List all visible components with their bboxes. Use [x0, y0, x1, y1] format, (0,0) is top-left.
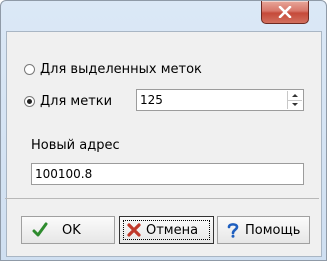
- close-button[interactable]: [261, 1, 309, 24]
- radio-selected-marks-label: Для выделенных меток: [40, 62, 202, 77]
- checkmark-icon: [32, 222, 48, 238]
- help-button[interactable]: Помощь: [217, 216, 310, 244]
- arrow-up-icon: [292, 94, 298, 97]
- close-icon: [278, 6, 292, 18]
- radio-checked-icon: [24, 96, 35, 107]
- help-label: Помощь: [245, 222, 301, 238]
- arrow-down-icon: [292, 103, 298, 106]
- new-address-label: Новый адрес: [31, 138, 120, 153]
- separator: [5, 198, 319, 199]
- ok-label: OK: [62, 222, 81, 238]
- radio-icon: [24, 64, 35, 75]
- spin-buttons: [287, 91, 302, 109]
- radio-selected-marks[interactable]: Для выделенных меток: [24, 62, 202, 77]
- spin-down-button[interactable]: [288, 100, 302, 109]
- mark-number-spinbox[interactable]: [136, 89, 304, 111]
- cancel-button[interactable]: Отмена: [119, 216, 214, 244]
- radio-single-mark-label: Для метки: [40, 94, 113, 109]
- question-icon: [225, 222, 241, 238]
- radio-single-mark[interactable]: Для метки: [24, 94, 112, 109]
- ok-button[interactable]: OK: [21, 216, 115, 244]
- mark-number-input[interactable]: [140, 91, 270, 109]
- new-address-input[interactable]: [31, 163, 304, 185]
- focus-rect: [123, 220, 210, 240]
